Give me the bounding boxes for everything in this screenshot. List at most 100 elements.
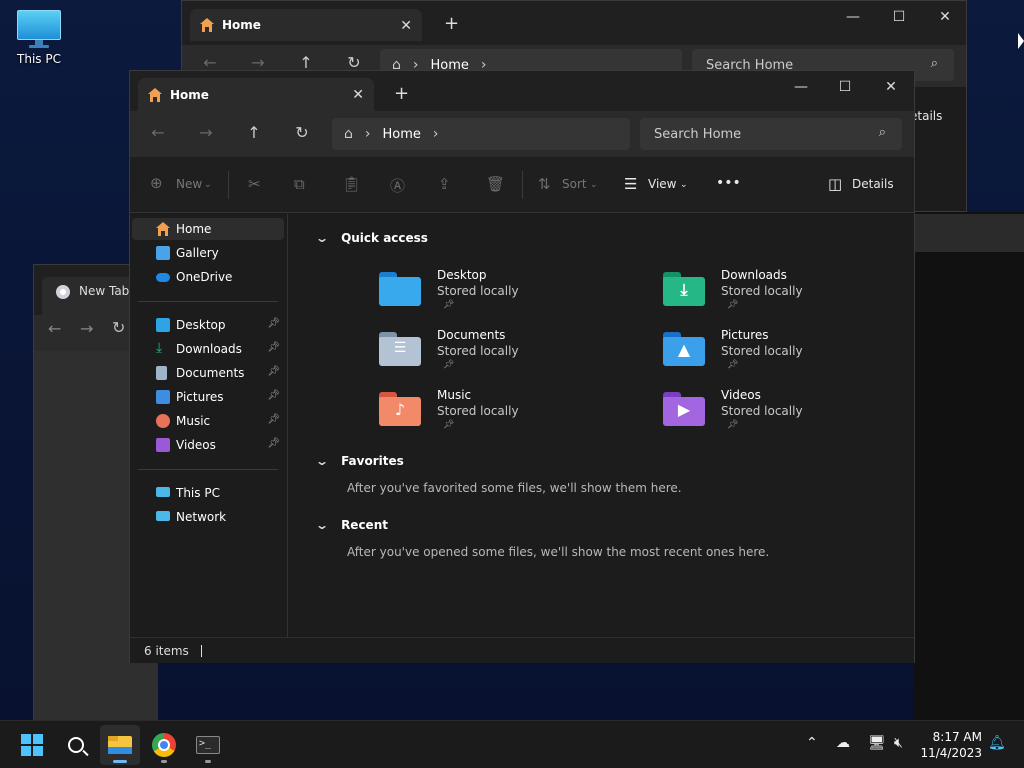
sort-icon[interactable]: ⇅: [538, 175, 551, 193]
gallery-icon: [156, 246, 170, 260]
chevron-down-icon: ⌄: [204, 180, 212, 190]
chevron-right-icon[interactable]: ›: [433, 126, 439, 142]
back-tab-home[interactable]: Home ✕: [190, 9, 422, 41]
address-bar[interactable]: ⌂ › Home ›: [332, 118, 630, 150]
quick-access-item-documents[interactable]: ☰ Documents Stored locally 📌︎: [379, 328, 609, 382]
pin-icon[interactable]: 📌︎: [267, 438, 280, 449]
browser-forward-icon[interactable]: →: [80, 319, 93, 338]
maximize-button[interactable]: ☐: [822, 71, 868, 103]
nav-item-onedrive[interactable]: OneDrive: [132, 266, 284, 288]
quick-access-item-pictures[interactable]: ▲ Pictures Stored locally 📌︎: [663, 328, 893, 382]
back-maximize-button[interactable]: ☐: [876, 1, 922, 33]
new-plus-icon[interactable]: ⊕: [150, 174, 163, 192]
chevron-right-icon: ›: [364, 126, 371, 142]
music-folder-icon: ♪: [379, 392, 421, 426]
cut-icon[interactable]: ✂: [248, 175, 261, 193]
pin-icon: 📌︎: [443, 360, 455, 370]
new-tab-button[interactable]: +: [394, 83, 409, 104]
monitor-icon: [17, 8, 61, 48]
view-icon[interactable]: ☰: [624, 175, 637, 193]
share-icon[interactable]: ⇪: [438, 175, 451, 193]
quick-access-item-desktop[interactable]: Desktop Stored locally 📌︎: [379, 268, 609, 322]
pin-icon[interactable]: 📌︎: [267, 366, 280, 377]
more-options-button[interactable]: •••: [716, 175, 741, 191]
terminal-icon: >_: [196, 736, 220, 754]
favorites-header[interactable]: ⌄ Favorites: [315, 454, 404, 468]
nav-item-gallery[interactable]: Gallery: [132, 242, 284, 264]
volume-muted-icon[interactable]: 🔇︎: [894, 735, 903, 751]
paste-icon[interactable]: 📋︎: [342, 175, 361, 193]
taskbar-chrome[interactable]: [144, 725, 184, 765]
quick-access-header[interactable]: ⌄ Quick access: [315, 231, 428, 245]
quick-access-item-music[interactable]: ♪ Music Stored locally 📌︎: [379, 388, 609, 442]
up-arrow-icon[interactable]: ↑: [242, 123, 266, 142]
item-count: 6 items: [144, 643, 189, 658]
copy-icon[interactable]: ⧉: [294, 175, 305, 193]
pin-icon[interactable]: 📌︎: [267, 342, 280, 353]
search-input[interactable]: Search Home ⌕: [640, 118, 902, 150]
nav-item-desktop[interactable]: Desktop 📌︎: [132, 314, 284, 336]
details-pane-icon[interactable]: ◫: [828, 175, 842, 193]
search-icon: ⌕: [878, 125, 886, 140]
onedrive-status-icon[interactable]: ☁: [836, 735, 850, 751]
start-button[interactable]: [12, 725, 52, 765]
minimize-button[interactable]: —: [778, 71, 824, 103]
back-minimize-button[interactable]: —: [830, 1, 876, 33]
forward-arrow-icon[interactable]: →: [194, 123, 218, 142]
nav-item-videos[interactable]: Videos 📌︎: [132, 434, 284, 456]
desktop-icon-label: This PC: [17, 52, 61, 66]
home-crumb-icon[interactable]: ⌂: [344, 126, 353, 142]
toolbar-divider: [522, 171, 523, 199]
nav-item-pictures[interactable]: Pictures 📌︎: [132, 386, 284, 408]
taskbar-search-button[interactable]: [56, 725, 96, 765]
mouse-cursor-icon: [1018, 33, 1024, 49]
browser-back-icon[interactable]: ←: [48, 319, 61, 338]
new-button[interactable]: New: [176, 177, 202, 191]
sort-button[interactable]: Sort: [562, 177, 587, 191]
nav-item-documents[interactable]: Documents 📌︎: [132, 362, 284, 384]
browser-tab-title[interactable]: New Tab: [79, 284, 129, 298]
pin-icon[interactable]: 📌︎: [267, 414, 280, 425]
details-button[interactable]: Details: [852, 177, 894, 191]
refresh-icon[interactable]: ↻: [290, 123, 314, 142]
back-tab-title: Home: [222, 18, 261, 32]
videos-folder-icon: ▶: [663, 392, 705, 426]
content-area: ⌄ Quick access Desktop Stored locally 📌︎…: [289, 214, 914, 641]
nav-item-downloads[interactable]: ⤓ Downloads 📌︎: [132, 338, 284, 360]
chevron-up-icon[interactable]: ⌃: [806, 735, 818, 751]
quick-access-item-videos[interactable]: ▶ Videos Stored locally 📌︎: [663, 388, 893, 442]
desktop-icon-this-pc[interactable]: This PC: [10, 8, 68, 66]
desktop-icon: [156, 318, 170, 332]
onedrive-icon: [156, 273, 170, 282]
network-status-icon[interactable]: 🖥︎: [868, 735, 886, 751]
videos-icon: [156, 438, 170, 452]
explorer-window[interactable]: Home ✕ + — ☐ ✕ ← → ↑ ↻ ⌂ › Home › Search…: [129, 70, 915, 663]
close-icon[interactable]: ✕: [352, 87, 364, 103]
recent-empty-message: After you've opened some files, we'll sh…: [347, 545, 770, 559]
pin-icon[interactable]: 📌︎: [267, 318, 280, 329]
back-arrow-icon[interactable]: ←: [146, 123, 170, 142]
rename-icon[interactable]: Ⓐ: [390, 175, 405, 196]
browser-reload-icon[interactable]: ↻: [112, 318, 125, 337]
chevron-down-icon: ⌄: [680, 180, 688, 190]
address-crumb[interactable]: Home: [383, 127, 421, 142]
clock[interactable]: 8:17 AM 11/4/2023: [920, 729, 982, 761]
back-new-tab-button[interactable]: +: [444, 13, 459, 34]
recent-header[interactable]: ⌄ Recent: [315, 518, 388, 532]
pin-icon[interactable]: 📌︎: [267, 390, 280, 401]
quick-access-item-downloads[interactable]: ⤓ Downloads Stored locally 📌︎: [663, 268, 893, 322]
view-button[interactable]: View: [648, 177, 676, 191]
nav-item-network[interactable]: Network: [132, 506, 284, 528]
taskbar-file-explorer[interactable]: [100, 725, 140, 765]
tab-home[interactable]: Home ✕: [138, 78, 374, 111]
back-close-button[interactable]: ✕: [922, 1, 968, 33]
nav-item-this-pc[interactable]: This PC: [132, 482, 284, 504]
close-window-button[interactable]: ✕: [868, 71, 914, 103]
taskbar-terminal[interactable]: >_: [188, 725, 228, 765]
close-icon[interactable]: ✕: [400, 18, 412, 34]
nav-divider: [138, 301, 278, 302]
nav-item-music[interactable]: Music 📌︎: [132, 410, 284, 432]
notification-bell-icon[interactable]: 🔔︎: [988, 735, 1006, 751]
nav-item-home[interactable]: Home: [132, 218, 284, 240]
delete-icon[interactable]: 🗑︎: [486, 175, 505, 193]
